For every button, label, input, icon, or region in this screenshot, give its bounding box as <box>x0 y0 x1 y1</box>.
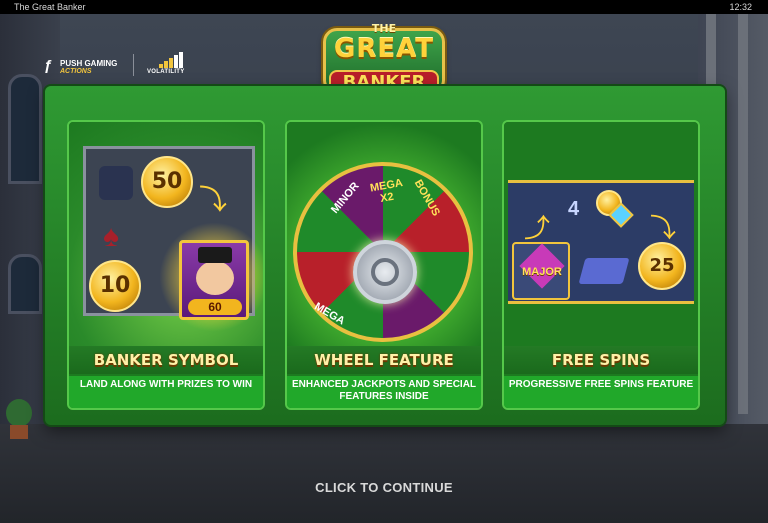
volatility-label: VOLATILITY <box>147 69 185 75</box>
volatility-bars <box>159 52 187 68</box>
logo-great: GREAT <box>334 34 434 64</box>
cash-stack-icon <box>578 258 630 284</box>
plant-pot <box>6 399 32 439</box>
major-jackpot-symbol: MAJOR <box>512 242 570 300</box>
banker-value: 60 <box>188 299 242 315</box>
building-window <box>8 254 42 314</box>
feature-card-free-spins: 4 MAJOR 25 ⤴ ⤵ FREE SPINS PROGRESSIVE FR… <box>502 120 700 410</box>
volatility-bar <box>174 55 178 68</box>
arrow-left-icon: ⤴ <box>524 213 551 243</box>
free-spins-counter: 4 <box>568 198 580 220</box>
arrow-right-icon: ⤵ <box>650 213 677 243</box>
prize-coin-10: 10 <box>89 260 141 312</box>
spins-coin-25: 25 <box>638 242 686 290</box>
card-title: WHEEL FEATURE <box>287 346 481 374</box>
free-spins-art: 4 MAJOR 25 ⤴ ⤵ <box>504 122 698 346</box>
card-description: PROGRESSIVE FREE SPINS FEATURE <box>504 376 698 408</box>
card-description: ENHANCED JACKPOTS AND SPECIAL FEATURES I… <box>287 376 481 408</box>
click-to-continue-button[interactable]: CLICK TO CONTINUE <box>0 480 768 495</box>
top-hat-icon <box>99 166 133 200</box>
banker-symbol: 60 <box>179 240 249 320</box>
building-column <box>738 14 748 414</box>
card-title: FREE SPINS <box>504 346 698 374</box>
vault-dial-icon <box>371 258 399 286</box>
push-gaming-icon: ƒ <box>44 57 53 74</box>
banker-face <box>196 261 234 295</box>
window-title: The Great Banker <box>14 2 86 12</box>
card-title: BANKER SYMBOL <box>69 346 263 374</box>
wheel-hub <box>353 240 417 304</box>
prize-coin-50: 50 <box>141 156 193 208</box>
studio-subtitle: ACTIONS <box>60 68 92 75</box>
major-label: MAJOR <box>522 266 562 278</box>
header-divider <box>133 54 134 76</box>
spade-icon: ♠ <box>103 220 119 253</box>
feature-card-wheel: MINOR MEGA X2 BONUS MEGA WHEEL FEATURE E… <box>285 120 483 410</box>
wheel-segment-label: MEGA X2 <box>369 177 404 205</box>
building-window <box>8 74 42 184</box>
volatility-bar <box>164 61 168 68</box>
volatility-meter: VOLATILITY <box>147 52 187 78</box>
wheel-art: MINOR MEGA X2 BONUS MEGA <box>287 122 481 346</box>
studio-name: PUSH GAMING <box>60 59 118 68</box>
feature-card-banker-symbol: ♠ 50 10 60 ⤵ BANKER SYMBOL LAND ALONG WI… <box>67 120 265 410</box>
window-titlebar: The Great Banker 12:32 <box>0 0 768 14</box>
banker-hat-icon <box>198 247 232 263</box>
card-description: LAND ALONG WITH PRIZES TO WIN <box>69 376 263 408</box>
clock: 12:32 <box>729 2 752 12</box>
street <box>0 424 768 523</box>
arrow-icon: ⤵ <box>199 184 228 215</box>
volatility-bar <box>179 52 183 68</box>
volatility-bar <box>169 58 173 68</box>
banker-symbol-art: ♠ 50 10 60 ⤵ <box>69 122 263 346</box>
volatility-bar <box>159 64 163 68</box>
